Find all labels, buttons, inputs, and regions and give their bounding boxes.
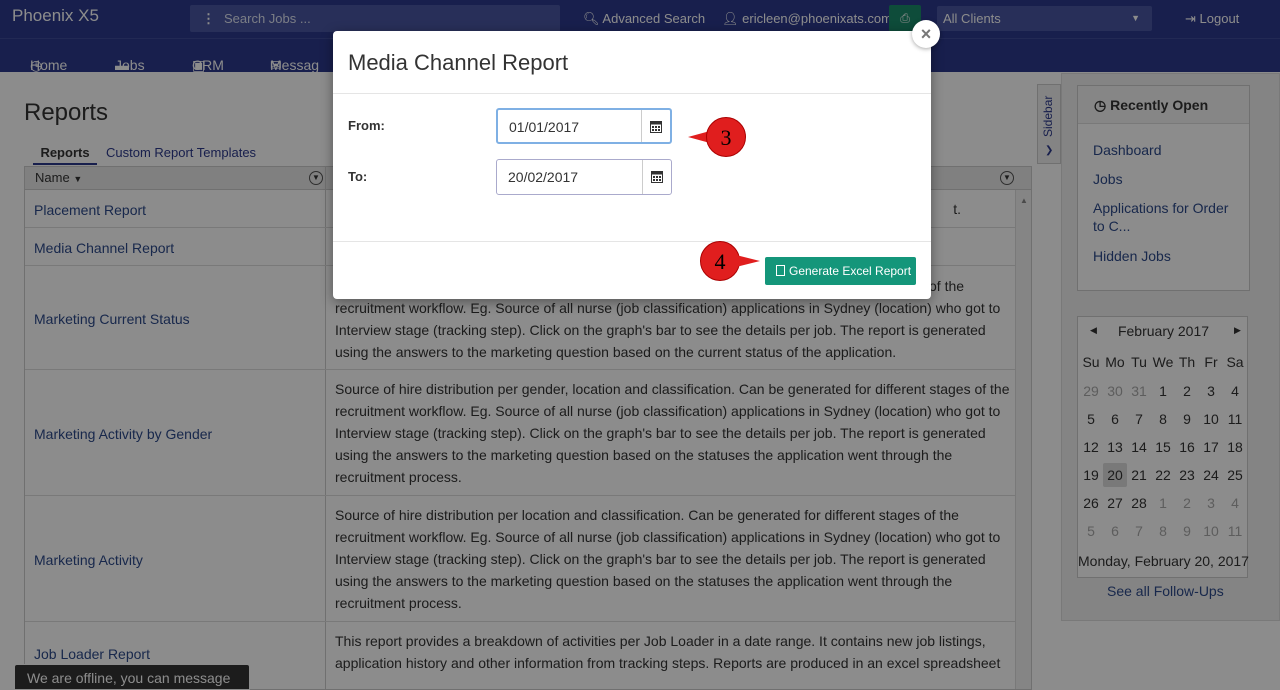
- media-channel-report-modal: Media Channel Report From: 01/01/2017 To…: [333, 31, 931, 299]
- step-4-callout: 4: [700, 241, 760, 281]
- excel-file-icon: [776, 265, 785, 276]
- step-3-callout: 3: [688, 117, 746, 157]
- modal-divider: [333, 93, 931, 94]
- step-3-number: 3: [706, 117, 746, 157]
- generate-excel-report-button[interactable]: Generate Excel Report: [765, 257, 916, 285]
- from-date-value: 01/01/2017: [509, 119, 580, 135]
- modal-divider: [333, 241, 931, 242]
- calendar-icon[interactable]: [642, 160, 671, 194]
- close-modal-button[interactable]: ×: [912, 20, 940, 48]
- step-4-number: 4: [700, 241, 740, 281]
- callout-pointer: [736, 255, 760, 267]
- generate-button-label: Generate Excel Report: [789, 264, 912, 278]
- from-date-input[interactable]: 01/01/2017: [496, 108, 672, 144]
- to-date-value: 20/02/2017: [508, 169, 579, 185]
- from-label: From:: [348, 118, 385, 133]
- calendar-icon[interactable]: [641, 110, 670, 142]
- modal-title: Media Channel Report: [348, 50, 569, 75]
- to-label: To:: [348, 169, 368, 184]
- to-date-input[interactable]: 20/02/2017: [496, 159, 672, 195]
